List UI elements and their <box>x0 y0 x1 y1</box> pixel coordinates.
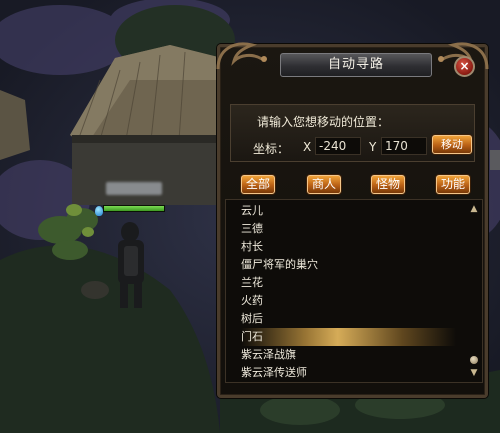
move-button[interactable]: 移动 <box>432 135 472 154</box>
list-item[interactable]: 紫云泽战旗 <box>241 346 456 364</box>
list-scrollbar[interactable]: ▲ ▼ <box>469 204 479 378</box>
filter-function-button[interactable]: 功能 <box>436 175 470 194</box>
x-coordinate-input[interactable]: -240 <box>315 137 361 155</box>
list-item[interactable]: 村长 <box>241 238 456 256</box>
close-icon: × <box>459 59 470 73</box>
player-badge-icon <box>95 206 103 216</box>
move-prompt-text: 请输入您想移动的位置： <box>257 115 390 129</box>
filter-merchant-button[interactable]: 商人 <box>307 175 341 194</box>
coordinate-input-panel: 请输入您想移动的位置： 坐标： X -240 Y 170 移动 <box>230 104 475 162</box>
coordinate-label: 坐标： <box>253 142 290 156</box>
scroll-down-icon[interactable]: ▼ <box>469 368 479 378</box>
auto-pathfinding-dialog: 自动寻路 × 请输入您想移动的位置： 坐标： X -240 Y 170 移动 全… <box>216 42 489 398</box>
y-label: Y <box>369 140 377 154</box>
scroll-thumb[interactable] <box>470 356 478 364</box>
filter-all-button[interactable]: 全部 <box>241 175 275 194</box>
player-hp-fill <box>104 206 164 211</box>
x-label: X <box>303 140 312 154</box>
destination-list: 云儿 三德 村长 僵尸将军的巢穴 兰花 火药 树后 门石 紫云泽战旗 紫云泽传送… <box>225 199 483 383</box>
y-coordinate-input[interactable]: 170 <box>381 137 427 155</box>
left-corner-ornament-icon <box>216 42 267 70</box>
scroll-up-icon[interactable]: ▲ <box>469 204 479 214</box>
list-item[interactable]: 树后 <box>241 310 456 328</box>
list-item[interactable]: 云儿 <box>241 202 456 220</box>
close-button[interactable]: × <box>454 56 475 77</box>
list-item[interactable]: 兰花 <box>241 274 456 292</box>
list-item[interactable]: 紫云泽传送师 <box>241 364 456 382</box>
player-name-blurred <box>106 182 162 195</box>
list-item[interactable]: 三德 <box>241 220 456 238</box>
list-item[interactable]: 火药 <box>241 292 456 310</box>
dialog-title: 自动寻路 <box>280 53 432 77</box>
player-hp-bar <box>103 205 165 212</box>
list-item-selected[interactable]: 门石 <box>241 328 456 346</box>
list-item[interactable]: 僵尸将军的巢穴 <box>241 256 456 274</box>
filter-monster-button[interactable]: 怪物 <box>371 175 405 194</box>
